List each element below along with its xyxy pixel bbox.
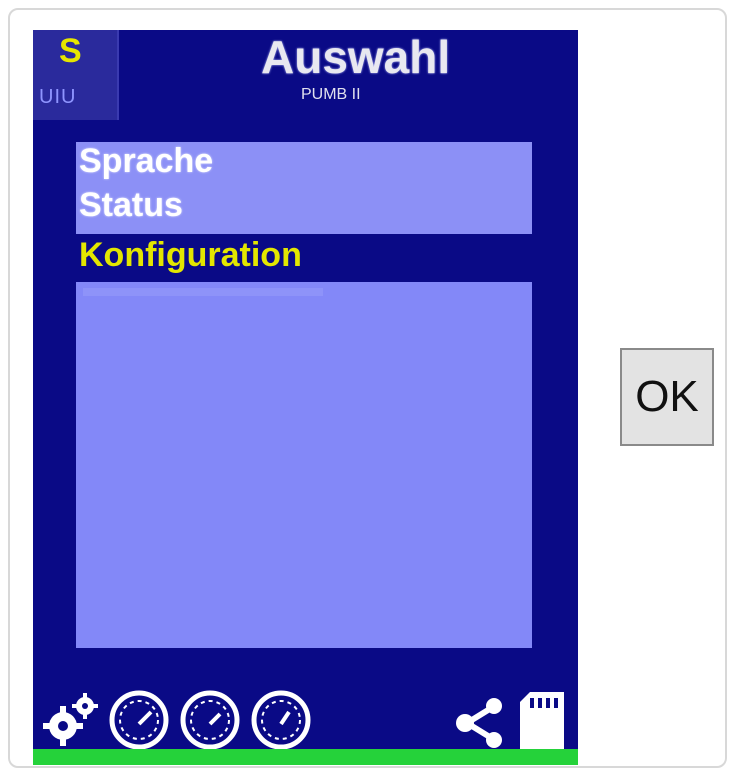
gauge-icon[interactable] (107, 688, 171, 752)
gauge-icon[interactable] (178, 688, 242, 752)
menu-item-status[interactable]: Status (79, 186, 183, 225)
gauge-icon[interactable] (249, 688, 313, 752)
menu-main-panel (76, 282, 532, 648)
device-screen: S UIU Auswahl PUMB II Sprache Status Kon… (33, 30, 578, 765)
status-badge: S UIU (33, 30, 119, 120)
menu-item-konfiguration[interactable]: Konfiguration (79, 236, 302, 275)
badge-sub-label: UIU (39, 86, 77, 108)
bottom-toolbar (33, 670, 578, 754)
badge-letter: S (59, 32, 82, 70)
status-bar-green (33, 749, 578, 765)
settings-gears-icon[interactable] (39, 692, 99, 748)
ok-button[interactable]: OK (620, 348, 714, 446)
page-title: Auswahl (261, 31, 451, 83)
sd-card-icon[interactable] (516, 690, 568, 754)
share-icon[interactable] (453, 696, 505, 750)
faint-divider (83, 288, 323, 296)
menu-item-sprache[interactable]: Sprache (79, 142, 213, 181)
page-subtitle: PUMB II (301, 86, 361, 103)
